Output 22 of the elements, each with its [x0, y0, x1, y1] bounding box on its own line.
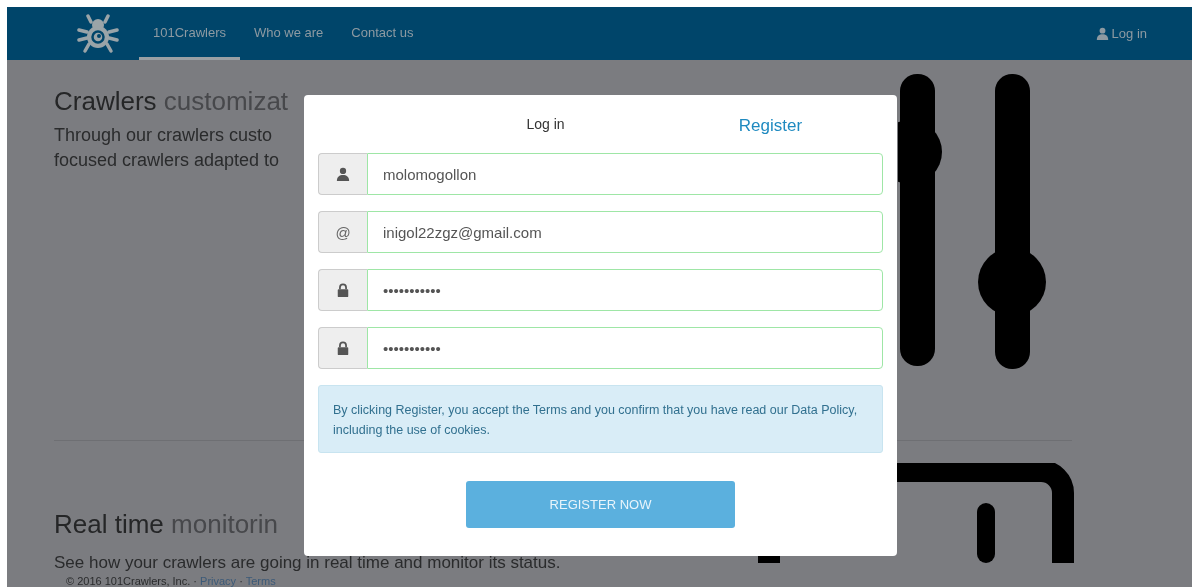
email-field[interactable]: inigol22zgz@gmail.com	[367, 211, 883, 253]
spider-logo-icon[interactable]	[77, 13, 119, 54]
terms-notice: By clicking Register, you accept the Terms and you confirm that you have read our Data Policy, including the use of cookies.	[318, 385, 883, 453]
user-icon	[1095, 27, 1109, 40]
password-field[interactable]: •••••••••••	[367, 269, 883, 311]
lock-icon	[336, 283, 350, 297]
user-icon	[336, 167, 350, 181]
register-button[interactable]: REGISTER NOW	[466, 481, 735, 528]
user-field[interactable]: molomogollon	[367, 153, 883, 195]
at-sign-icon: @	[335, 223, 351, 241]
footer-text: © 2016 101Crawlers, Inc. · Privacy · Terms	[66, 575, 276, 587]
nav-link[interactable]: Contact us	[337, 7, 428, 60]
password-field[interactable]: •••••••••••	[367, 327, 883, 369]
section-text: Through our crawlers custo	[54, 124, 274, 147]
section-text: See how your crawlers are going in real time and monitor its status.	[54, 552, 561, 574]
lock-icon	[336, 341, 350, 355]
dialog-tab[interactable]: Log in	[433, 116, 658, 132]
dialog-tab[interactable]: Register	[658, 112, 883, 136]
section-text: focused crawlers adapted to	[54, 149, 281, 172]
nav-link[interactable]: 101Crawlers	[139, 7, 240, 60]
login-link[interactable]: Log in	[1095, 26, 1147, 41]
nav-link[interactable]: Who we are	[240, 7, 338, 60]
